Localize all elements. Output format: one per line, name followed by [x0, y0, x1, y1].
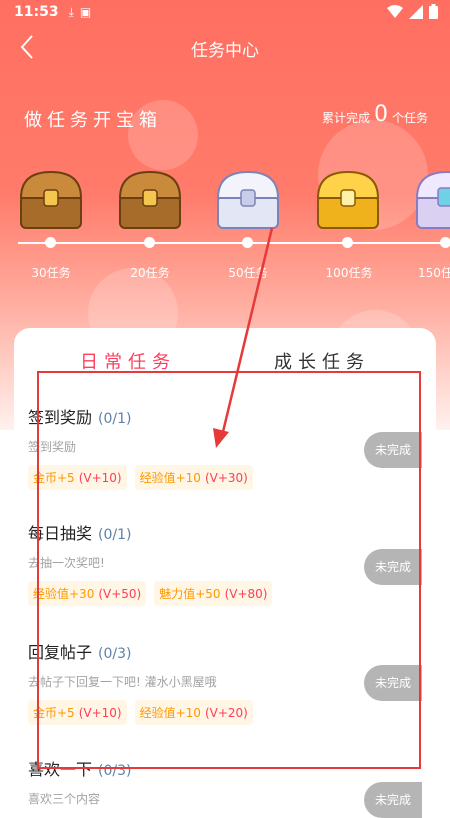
- chest-label: 20任务: [130, 266, 170, 280]
- chest-label: 50任务: [228, 266, 268, 280]
- treasure-chest-icon-1[interactable]: [16, 168, 86, 232]
- total-completed: 累计完成 0 个任务: [322, 104, 428, 126]
- treasure-chest-icon-2[interactable]: [115, 168, 185, 232]
- total-prefix: 累计完成: [321, 111, 370, 125]
- progress-dot: [144, 237, 155, 248]
- status-bar: 11:53 ⤓ ▣: [0, 0, 450, 24]
- chest-progress: 30任务 20任务 50任务 100任务 150任务: [0, 168, 450, 288]
- treasure-chest-icon-5[interactable]: [412, 168, 450, 232]
- annotation-highlight-box: [37, 371, 421, 769]
- progress-dot: [342, 237, 353, 248]
- progress-dot: [440, 237, 450, 248]
- status-time: 11:53: [14, 4, 59, 20]
- progress-dot: [45, 237, 56, 248]
- chest-label: 30任务: [31, 266, 71, 280]
- total-suffix: 个任务: [391, 111, 428, 125]
- progress-dot: [242, 237, 253, 248]
- download-icon: ⤓: [68, 4, 74, 19]
- page-title: 任务中心: [191, 41, 259, 61]
- battery-icon: [429, 4, 438, 19]
- hero-title: 做任务开宝箱: [24, 110, 162, 131]
- status-notification-icons: ⤓ ▣: [69, 5, 92, 20]
- wifi-icon: [387, 4, 403, 18]
- progress-track: [18, 242, 450, 244]
- total-count: 0: [373, 102, 388, 127]
- signal-icon: [409, 4, 423, 19]
- treasure-chest-icon-4[interactable]: [313, 168, 383, 232]
- nav-bar: 任务中心: [0, 24, 450, 70]
- chest-label: 150任务: [418, 266, 450, 280]
- treasure-chest-icon-3[interactable]: [213, 168, 283, 232]
- status-right-icons: [387, 4, 438, 19]
- task-status-button[interactable]: 未完成: [364, 782, 422, 818]
- app-notification-icon: ▣: [79, 4, 92, 19]
- chest-label: 100任务: [325, 266, 373, 280]
